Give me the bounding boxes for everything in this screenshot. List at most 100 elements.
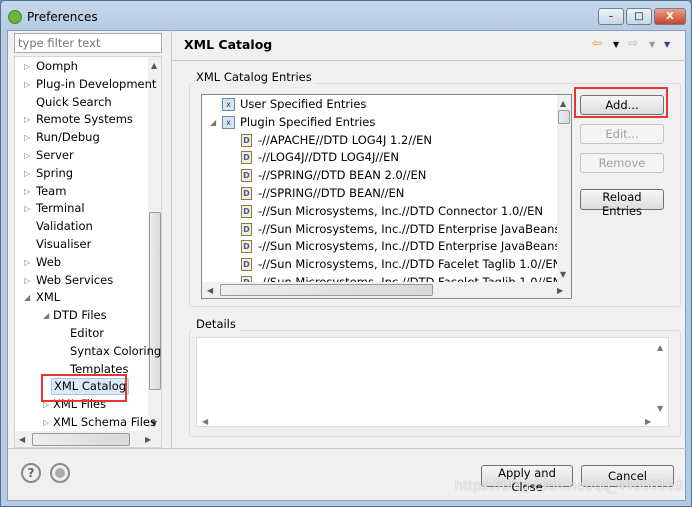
scroll-right-icon[interactable]: ▶ (145, 435, 151, 444)
catalog-entry-row[interactable]: D -//APACHE//DTD LOG4J 1.2//EN (241, 131, 432, 149)
scroll-left-icon[interactable]: ◀ (202, 417, 208, 426)
dtd-file-icon: D (241, 240, 252, 254)
hscroll-thumb[interactable] (32, 433, 130, 446)
expand-arrow-icon[interactable]: ▷ (24, 62, 30, 71)
expand-arrow-icon[interactable]: ▷ (24, 80, 30, 89)
tree-item[interactable]: Server (34, 147, 76, 164)
dtd-file-icon: D (241, 133, 252, 147)
catalog-entry-row[interactable]: D -//SPRING//DTD BEAN 2.0//EN (241, 166, 426, 184)
entry-label: -//SPRING//DTD BEAN//EN (258, 186, 405, 200)
help-icon[interactable]: ? (21, 463, 41, 483)
close-button[interactable]: X (654, 8, 686, 25)
forward-icon[interactable]: ⇨ (628, 36, 638, 50)
entries-group-label: XML Catalog Entries (193, 70, 315, 84)
entry-label: -//SPRING//DTD BEAN 2.0//EN (258, 168, 427, 183)
filter-input[interactable] (14, 33, 162, 53)
scroll-down-icon[interactable]: ▼ (560, 270, 566, 279)
tree-item[interactable]: Oomph (34, 58, 80, 75)
expand-arrow-icon[interactable]: ▷ (24, 187, 30, 196)
reload-entries-button[interactable]: Reload Entries (580, 189, 664, 218)
expand-arrow-icon[interactable]: ▷ (24, 151, 30, 160)
tree-item[interactable]: Web (34, 254, 63, 271)
watermark: https://blog.csdn.net/qq_44866169 (454, 479, 683, 494)
tree-item[interactable]: Quick Search (34, 94, 114, 111)
tree-item[interactable]: Team (34, 183, 68, 200)
forward-menu-icon[interactable]: ▼ (649, 40, 655, 49)
entry-label: -//Sun Microsystems, Inc.//DTD Enterpris… (258, 239, 572, 254)
tree-item[interactable]: Validation (34, 218, 95, 235)
tree-item[interactable]: Run/Debug (34, 129, 102, 146)
collapse-arrow-icon[interactable]: ◢ (24, 293, 30, 302)
catalog-entry-row[interactable]: D -//Sun Microsystems, Inc.//DTD Enterpri… (241, 237, 572, 255)
collapse-arrow-icon[interactable]: ◢ (210, 118, 216, 127)
expand-arrow-icon[interactable]: ▷ (43, 418, 49, 427)
entry-label: -//Sun Microsystems, Inc.//DTD Enterpris… (258, 221, 572, 236)
expand-arrow-icon[interactable]: ▷ (24, 133, 30, 142)
dtd-file-icon: D (241, 222, 252, 236)
scroll-right-icon[interactable]: ▶ (645, 417, 651, 426)
tree-vertical-scrollbar[interactable]: ▲ ▼ (148, 57, 161, 431)
scroll-down-icon[interactable]: ▼ (657, 404, 663, 413)
scroll-thumb[interactable] (149, 212, 161, 390)
entry-label: -//Sun Microsystems, Inc.//DTD Connector… (258, 203, 543, 218)
highlight-box-xml-catalog (41, 374, 127, 402)
highlight-box-add (574, 87, 668, 118)
remove-button[interactable]: Remove (580, 153, 664, 173)
catalog-entry-row[interactable]: D -//Sun Microsystems, Inc.//DTD Facelet … (241, 255, 561, 273)
preferences-window: Preferences – □ X ▲ ▼ ◀ ▶ ▷ Oomph ▷ Plug-in… (0, 0, 692, 507)
catalog-icon: x (222, 115, 235, 129)
footer-separator (8, 448, 686, 449)
dtd-file-icon: D (241, 258, 252, 272)
entry-label: -//APACHE//DTD LOG4J 1.2//EN (258, 132, 432, 147)
catalog-entry-row[interactable]: D -//Sun Microsystems, Inc.//DTD Enterpri… (241, 220, 572, 238)
entry-label: -//LOG4J//DTD LOG4J//EN (258, 150, 399, 165)
expand-arrow-icon[interactable]: ▷ (24, 204, 30, 213)
dtd-file-icon: D (241, 187, 252, 200)
catalog-icon: x (222, 98, 235, 111)
catalog-entry-row[interactable]: D -//SPRING//DTD BEAN//EN (241, 184, 404, 202)
tree-horizontal-scrollbar[interactable]: ◀ ▶ (15, 431, 161, 447)
scroll-up-icon[interactable]: ▲ (151, 61, 157, 70)
scroll-up-icon[interactable]: ▲ (560, 99, 566, 108)
details-text[interactable]: ▲ ▼ ◀ ▶ (196, 337, 669, 427)
entries-vertical-scrollbar[interactable]: ▲ ▼ (557, 95, 571, 282)
maximize-button[interactable]: □ (626, 8, 652, 25)
tree-item[interactable]: Editor (68, 325, 106, 342)
scroll-thumb[interactable] (558, 110, 570, 124)
spring-logo-icon (8, 10, 22, 24)
tree-item[interactable]: Spring (34, 165, 75, 182)
back-icon[interactable]: ⇦ (592, 36, 602, 50)
entries-horizontal-scrollbar[interactable]: ◀ ▶ (202, 282, 571, 298)
catalog-entry-row[interactable]: D -//Sun Microsystems, Inc.//DTD Connecto… (241, 202, 543, 220)
expand-arrow-icon[interactable]: ▷ (24, 258, 30, 267)
catalog-entry-row[interactable]: D -//LOG4J//DTD LOG4J//EN (241, 148, 399, 166)
tree-item[interactable]: XML Schema Files (51, 414, 158, 431)
expand-arrow-icon[interactable]: ▷ (24, 115, 30, 124)
header-separator (172, 60, 686, 61)
edit-button[interactable]: Edit... (580, 124, 664, 144)
scroll-left-icon[interactable]: ◀ (207, 286, 213, 295)
minimize-button[interactable]: – (598, 8, 624, 25)
tree-item[interactable]: Visualiser (34, 236, 93, 253)
tree-item[interactable]: Syntax Coloring (68, 343, 161, 360)
scroll-left-icon[interactable]: ◀ (19, 435, 25, 444)
hscroll-thumb[interactable] (220, 284, 433, 296)
tree-item[interactable]: Web Services (34, 272, 115, 289)
view-menu-icon[interactable]: ▼ (664, 40, 670, 49)
tree-item[interactable]: XML (34, 289, 62, 306)
record-icon[interactable] (50, 463, 70, 483)
panel-divider[interactable] (171, 30, 172, 448)
tree-item[interactable]: Terminal (34, 200, 87, 217)
tree-item[interactable]: Plug-in Development (34, 76, 158, 93)
collapse-arrow-icon[interactable]: ◢ (43, 311, 49, 320)
scroll-up-icon[interactable]: ▲ (657, 343, 663, 352)
tree-item[interactable]: Remote Systems (34, 111, 135, 128)
tree-item[interactable]: DTD Files (51, 307, 109, 324)
expand-arrow-icon[interactable]: ▷ (24, 276, 30, 285)
scroll-right-icon[interactable]: ▶ (557, 286, 563, 295)
category-row[interactable]: x Plugin Specified Entries (222, 113, 375, 131)
category-row[interactable]: x User Specified Entries (222, 95, 366, 113)
dtd-file-icon: D (241, 151, 252, 165)
back-menu-icon[interactable]: ▼ (613, 40, 619, 49)
expand-arrow-icon[interactable]: ▷ (24, 169, 30, 178)
